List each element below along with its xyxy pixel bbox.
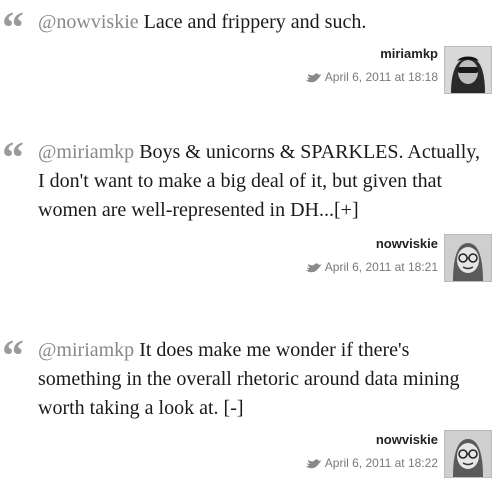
photo-avatar [445,47,491,93]
avatar-nowviskie[interactable] [444,430,492,478]
tweet-meta: nowviskie April 6, 2011 at 18:22 [305,432,438,471]
cartoon-avatar [445,235,491,281]
timestamp-text: April 6, 2011 at 18:22 [324,456,438,470]
mention-link[interactable]: @miriamkp [38,339,134,361]
tweet-2: “ @miriamkp Boys & unicorns & SPARKLES. … [0,133,500,288]
tweet-text: @miriamkp Boys & unicorns & SPARKLES. Ac… [38,138,486,225]
collapse-toggle[interactable]: [-] [224,397,244,419]
tweet-text: @miriamkp It does make me wonder if ther… [38,336,486,423]
mention-link[interactable]: @nowviskie [38,11,139,33]
username-link[interactable]: nowviskie [305,432,438,448]
timestamp-text: April 6, 2011 at 18:21 [324,260,438,274]
timestamp[interactable]: April 6, 2011 at 18:21 [305,259,438,275]
quote-icon: “ [2,133,24,182]
tweet-text: @nowviskie Lace and frippery and such. [38,8,486,37]
avatar-miriamkp[interactable] [444,46,492,94]
twitter-bird-icon [305,459,322,469]
tweet-3: “ @miriamkp It does make me wonder if th… [0,331,500,486]
username-link[interactable]: miriamkp [305,46,438,62]
twitter-bird-icon [305,73,322,83]
avatar-nowviskie[interactable] [444,234,492,282]
timestamp-text: April 6, 2011 at 18:18 [324,70,438,84]
tweet-body: Lace and frippery and such. [138,11,367,33]
username-link[interactable]: nowviskie [305,236,438,252]
expand-toggle[interactable]: [+] [334,199,359,221]
mention-link[interactable]: @miriamkp [38,141,134,163]
cartoon-avatar [445,431,491,477]
tweet-meta: nowviskie April 6, 2011 at 18:21 [305,236,438,275]
quote-icon: “ [2,3,24,52]
twitter-bird-icon [305,263,322,273]
tweet-1: “ @nowviskie Lace and frippery and such.… [0,3,500,98]
timestamp[interactable]: April 6, 2011 at 18:22 [305,455,438,471]
quote-icon: “ [2,331,24,380]
timestamp[interactable]: April 6, 2011 at 18:18 [305,69,438,85]
tweet-meta: miriamkp April 6, 2011 at 18:18 [305,46,438,85]
